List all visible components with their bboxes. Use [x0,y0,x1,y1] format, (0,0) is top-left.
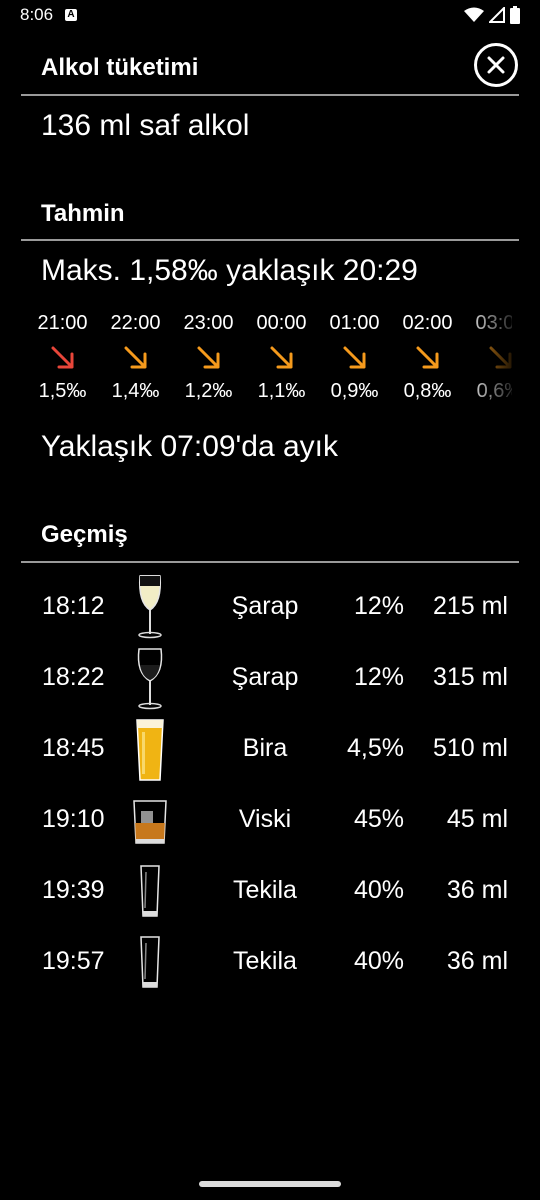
battery-icon [510,6,520,24]
forecast-hour-time: 22:00 [110,312,161,334]
history-time: 18:12 [42,592,105,620]
history-time: 19:57 [42,947,105,975]
history-alcohol-percent: 40% [353,876,404,904]
forecast-hour: 01:00 0,9‰ [318,308,391,412]
history-row[interactable]: 19:10 Viski 45% 45 ml [0,785,540,855]
forecast-hour-time: 03:00 [475,312,512,334]
history-title: Geçmiş [41,521,128,548]
beer-glass-icon [128,714,172,784]
forecast-hour-value: 1,2‰ [184,380,233,402]
history-drink-name: Tekila [233,947,297,975]
history-volume: 36 ml [446,876,508,904]
forecast-hour-value: 0,6‰ [476,380,512,402]
history-time: 19:39 [42,876,105,904]
history-time: 19:10 [42,805,105,833]
history-alcohol-percent: 12% [353,663,404,691]
forecast-hour-time: 21:00 [37,312,88,334]
forecast-hour: 00:00 1,1‰ [245,308,318,412]
forecast-hour-value: 1,4‰ [111,380,160,402]
forecast-hour-value: 0,8‰ [403,380,452,402]
history-alcohol-percent: 40% [353,947,404,975]
notification-a-icon: A [65,9,77,21]
history-alcohol-percent: 4,5% [347,734,404,762]
history-drink-name: Şarap [231,592,299,620]
forecast-hour-time: 00:00 [256,312,307,334]
forecast-hour-time: 02:00 [402,312,453,334]
status-time: 8:06 [20,5,54,24]
history-alcohol-percent: 12% [353,592,404,620]
history-alcohol-percent: 45% [353,805,404,833]
forecast-hour-value: 1,1‰ [257,380,306,402]
forecast-hour: 03:00 0,6‰ [464,308,512,412]
navigation-handle[interactable] [199,1181,341,1187]
alcohol-screen: 8:06 A Alkol tüketimi 136 ml saf alkol T… [0,0,540,1200]
history-row[interactable]: 19:57 Tekila 40% 36 ml [0,927,540,997]
shot-glass-icon [128,856,172,926]
history-volume: 215 ml [432,592,508,620]
forecast-max-text: Maks. 1,58‰ yaklaşık 20:29 [41,254,418,287]
signal-icon [489,7,505,23]
arrow-down-right-icon [341,344,369,372]
history-drink-name: Bira [242,734,288,762]
wine-glass-red-icon [128,643,172,713]
forecast-hour: 22:00 1,4‰ [99,308,172,412]
history-row[interactable]: 19:39 Tekila 40% 36 ml [0,856,540,926]
consumption-total: 136 ml saf alkol [41,109,250,142]
forecast-hour-time: 23:00 [183,312,234,334]
consumption-divider [21,94,519,96]
history-time: 18:45 [42,734,105,762]
arrow-down-right-icon [487,344,512,372]
history-drink-name: Viski [238,805,292,833]
forecast-hour: 02:00 0,8‰ [391,308,464,412]
forecast-hour-value: 1,5‰ [38,380,87,402]
arrow-down-right-icon [268,344,296,372]
wifi-icon [464,7,484,22]
forecast-title: Tahmin [41,200,125,227]
close-icon [487,56,505,74]
forecast-hour-value: 0,9‰ [330,380,379,402]
history-time: 18:22 [42,663,105,691]
history-row[interactable]: 18:45 Bira 4,5% 510 ml [0,714,540,784]
forecast-divider [21,239,519,241]
history-row[interactable]: 18:22 Şarap 12% 315 ml [0,643,540,713]
arrow-down-right-icon [414,344,442,372]
history-volume: 45 ml [446,805,508,833]
forecast-hour: 21:00 1,5‰ [26,308,99,412]
status-icons [464,6,520,24]
wine-glass-white-icon [128,572,172,642]
consumption-title: Alkol tüketimi [41,54,199,81]
forecast-strip[interactable]: 21:00 1,5‰ 22:00 1,4‰ 23:00 1,2‰ 00:00 1,1‰ 01:0… [26,308,512,412]
shot-glass-icon [128,927,172,997]
arrow-down-right-icon [195,344,223,372]
history-volume: 510 ml [432,734,508,762]
arrow-down-right-icon [49,344,77,372]
forecast-hour-time: 01:00 [329,312,380,334]
whisky-glass-icon [128,785,172,855]
close-button[interactable] [474,43,518,87]
history-row[interactable]: 18:12 Şarap 12% 215 ml [0,572,540,642]
forecast-hour: 23:00 1,2‰ [172,308,245,412]
history-drink-name: Şarap [231,663,299,691]
arrow-down-right-icon [122,344,150,372]
history-volume: 36 ml [446,947,508,975]
sober-text: Yaklaşık 07:09'da ayık [41,430,339,463]
status-bar: 8:06 A [0,0,540,34]
history-drink-name: Tekila [233,876,297,904]
history-divider [21,561,519,563]
history-volume: 315 ml [432,663,508,691]
